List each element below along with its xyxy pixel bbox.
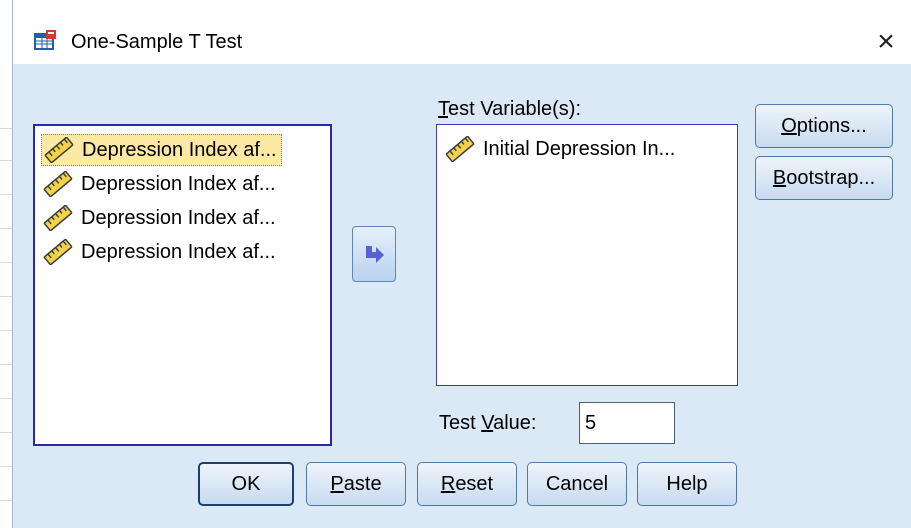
variable-label: Depression Index af... <box>82 138 277 161</box>
bootstrap-button[interactable]: Bootstrap... <box>755 156 893 200</box>
window-title: One-Sample T Test <box>71 31 243 53</box>
ruler-icon <box>43 239 73 265</box>
test-variable-list[interactable]: Initial Depression In... <box>436 124 738 386</box>
ruler-icon <box>43 171 73 197</box>
paste-button[interactable]: Paste <box>306 462 406 506</box>
help-button[interactable]: Help <box>637 462 737 506</box>
variable-list-item[interactable]: Depression Index af... <box>41 202 280 234</box>
source-variable-list[interactable]: Depression Index af... Depression Index … <box>33 124 332 446</box>
variable-label: Depression Index af... <box>81 240 276 263</box>
variable-list-item[interactable]: Depression Index af... <box>41 236 280 268</box>
variable-list-item[interactable]: Initial Depression In... <box>443 133 679 165</box>
test-value-label: Test Value: <box>439 412 537 434</box>
ok-button[interactable]: OK <box>198 462 294 506</box>
ruler-icon <box>43 205 73 231</box>
close-icon: × <box>877 25 895 58</box>
variable-label: Initial Depression In... <box>483 137 676 160</box>
ruler-icon <box>445 136 475 162</box>
title-bar: One-Sample T Test × <box>13 0 911 64</box>
one-sample-t-test-dialog: One-Sample T Test × Depression Index af.… <box>12 0 911 528</box>
variable-label: Depression Index af... <box>81 172 276 195</box>
variable-list-item[interactable]: Depression Index af... <box>41 134 282 166</box>
options-button[interactable]: Options... <box>755 104 893 148</box>
test-value-field[interactable]: 5 <box>579 402 675 444</box>
close-button[interactable]: × <box>866 22 906 62</box>
ruler-icon <box>44 137 74 163</box>
test-variables-label: Test Variable(s): <box>438 98 582 120</box>
variable-label: Depression Index af... <box>81 206 276 229</box>
spss-dialog-icon <box>34 30 56 50</box>
move-to-test-button[interactable] <box>352 226 396 282</box>
cancel-button[interactable]: Cancel <box>527 462 627 506</box>
reset-button[interactable]: Reset <box>417 462 517 506</box>
variable-list-item[interactable]: Depression Index af... <box>41 168 280 200</box>
arrow-right-icon <box>366 246 384 263</box>
